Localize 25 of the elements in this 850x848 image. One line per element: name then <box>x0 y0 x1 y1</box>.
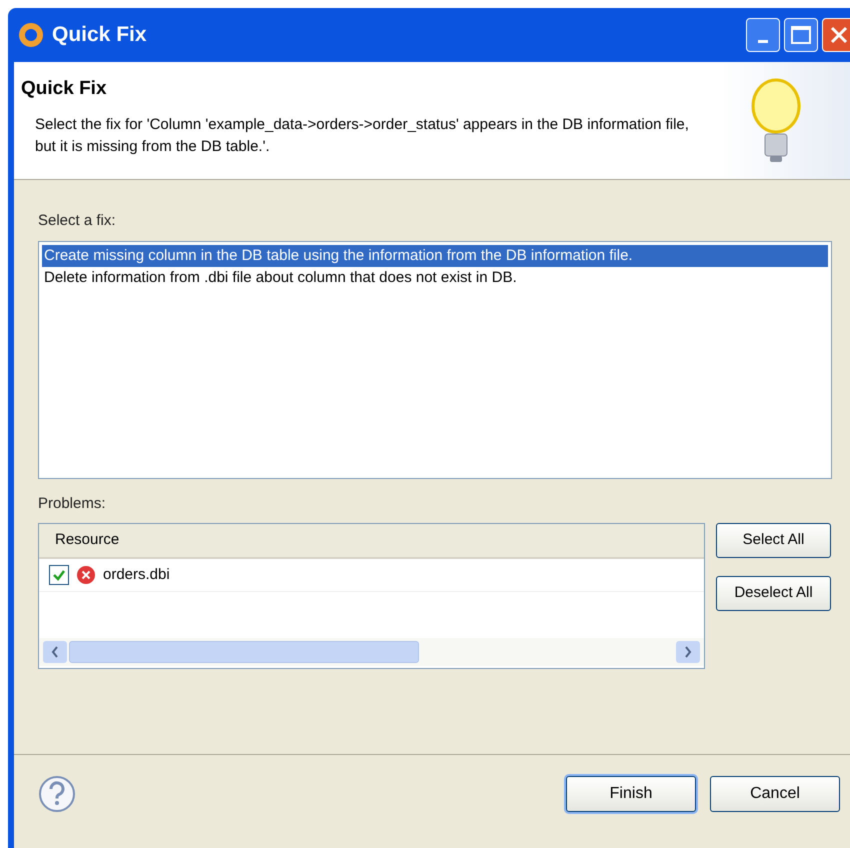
checkbox[interactable] <box>49 565 69 585</box>
header-title: Quick Fix <box>21 77 108 101</box>
table-action-button[interactable]: Select All <box>716 523 831 558</box>
fix-list-item[interactable]: Create missing column in the DB table using the information from the DB information file. <box>42 244 828 266</box>
ring-logo-icon <box>18 22 44 48</box>
problems-label: Problems: <box>38 494 107 514</box>
dialog-button[interactable]: Cancel <box>710 776 840 812</box>
fix-list-item[interactable]: Delete information from .dbi file about column that does not exist in DB. <box>42 266 828 288</box>
window-title: Quick Fix <box>52 22 147 48</box>
horizontal-scrollbar[interactable] <box>39 638 704 666</box>
resource-name: orders.dbi <box>103 564 170 585</box>
resource-column-header[interactable]: Resource <box>39 524 704 559</box>
minimize-button[interactable] <box>746 18 780 52</box>
checkmark-icon <box>52 568 66 582</box>
dialog-button[interactable]: Finish <box>566 776 696 812</box>
help-icon[interactable] <box>38 774 76 812</box>
maximize-button[interactable] <box>784 18 818 52</box>
table-action-button[interactable]: Deselect All <box>716 576 831 611</box>
scroll-thumb[interactable] <box>69 641 419 663</box>
light-bulb-icon <box>750 78 802 164</box>
close-icon <box>829 25 849 45</box>
header-description: Select the fix for 'Column 'example_data->orders->order_status' appears in the DB information file, but it is missing from the DB table.'. <box>34 114 690 156</box>
error-icon <box>77 566 95 584</box>
close-button[interactable] <box>822 18 850 52</box>
select-fix-label: Select a fix: <box>38 211 117 231</box>
